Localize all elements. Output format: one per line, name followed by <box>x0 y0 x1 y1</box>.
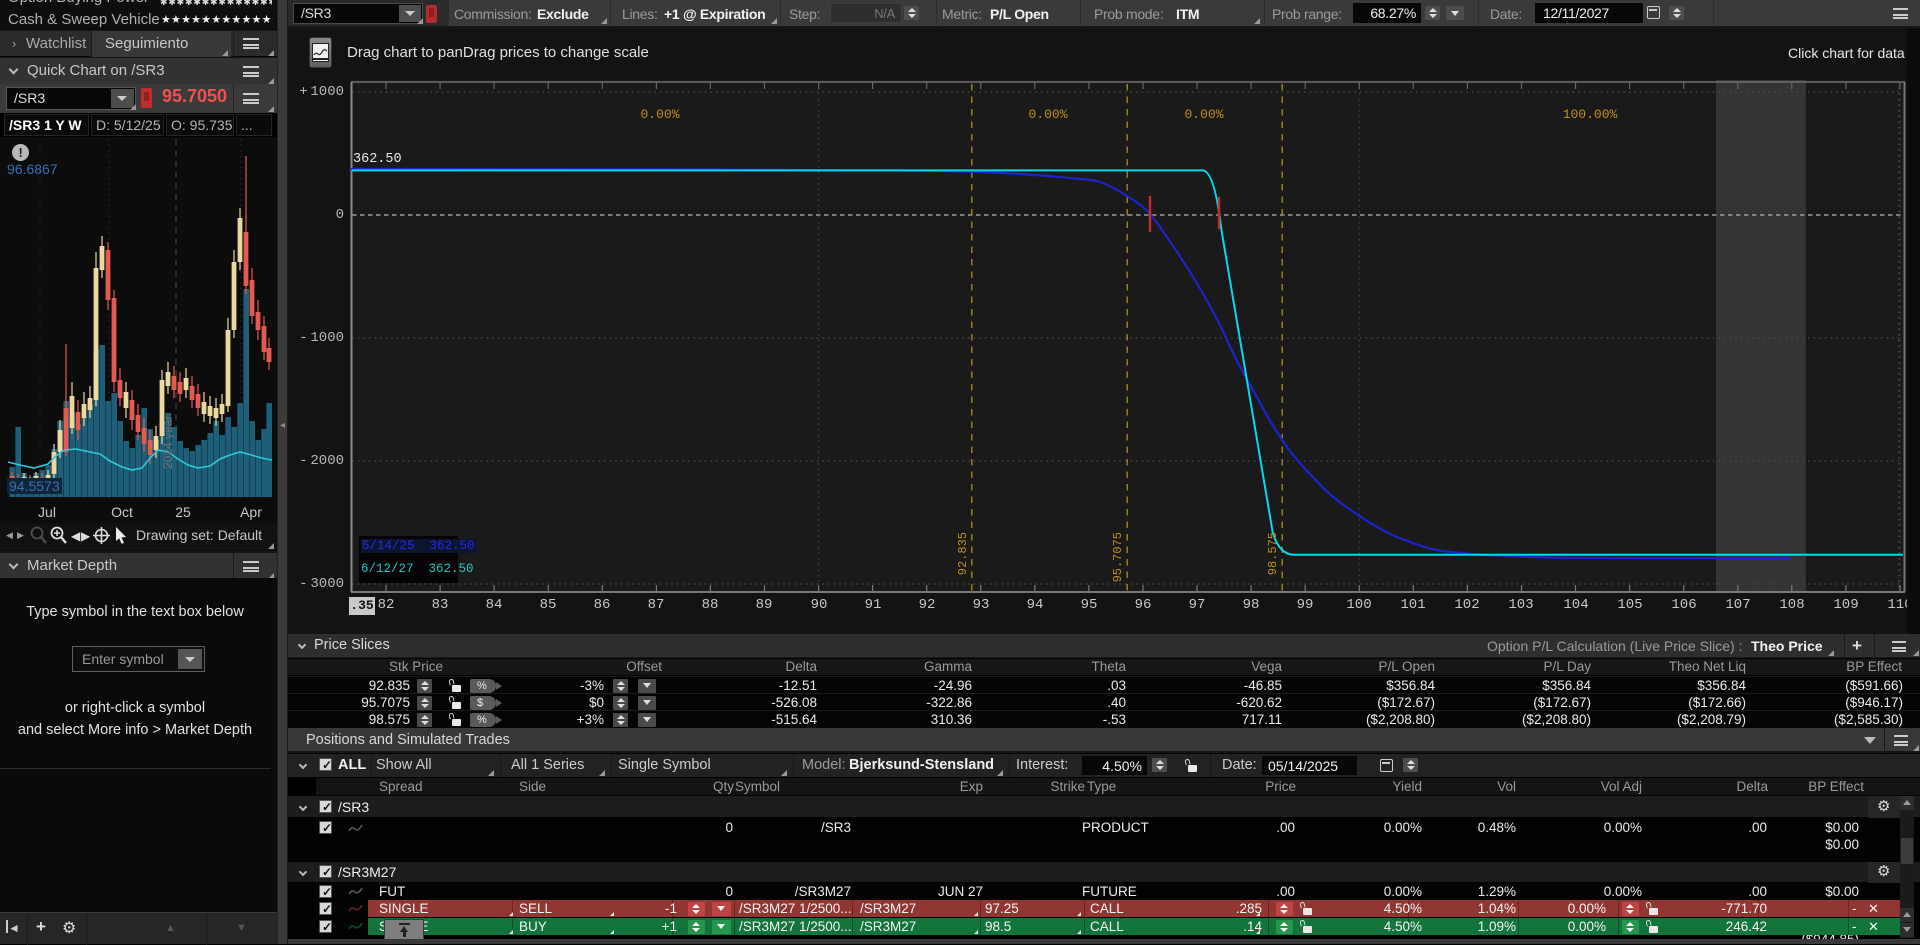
svg-text:2024 year: 2024 year <box>161 416 175 469</box>
